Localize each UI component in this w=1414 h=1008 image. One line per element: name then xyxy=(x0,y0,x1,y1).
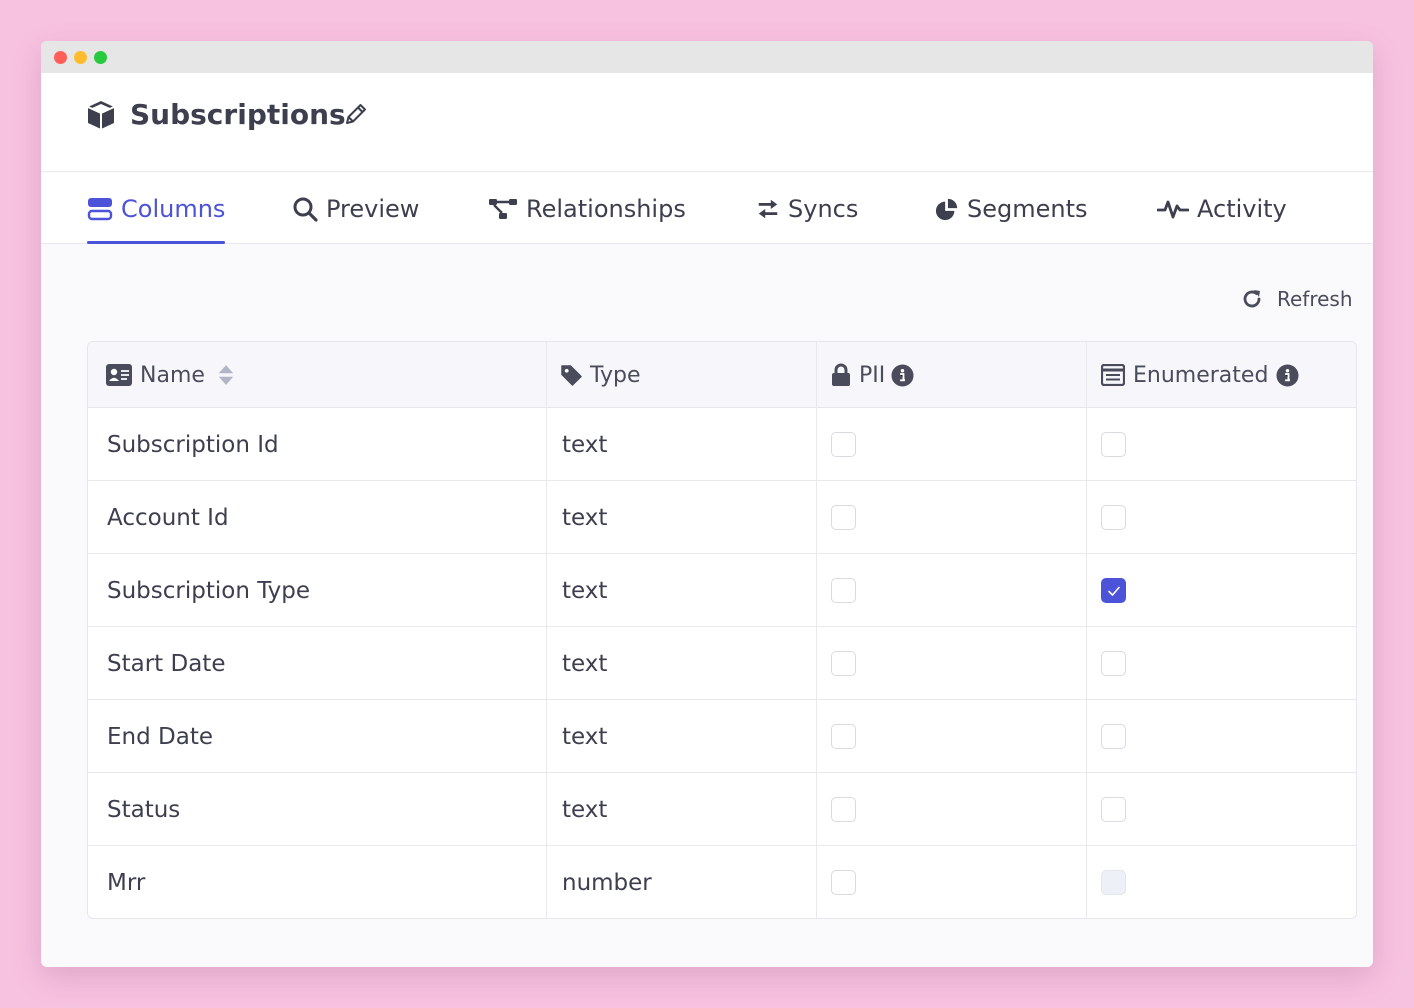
column-type-cell: text xyxy=(562,504,608,531)
window-minimize-button[interactable] xyxy=(74,51,87,64)
column-name-cell: Mrr xyxy=(107,869,146,896)
table-row: Mrr number xyxy=(88,846,1356,918)
column-type-cell: text xyxy=(562,431,608,458)
table-header: Name Type PII Enumerated xyxy=(88,342,1356,408)
list-card-icon xyxy=(1101,364,1125,386)
table-row: Subscription Type text xyxy=(88,554,1356,627)
activity-pulse-icon xyxy=(1157,200,1189,218)
window-maximize-button[interactable] xyxy=(94,51,107,64)
tab-label: Columns xyxy=(121,194,226,223)
column-name-cell: Start Date xyxy=(107,650,226,677)
refresh-button[interactable]: Refresh xyxy=(1241,284,1353,314)
window-titlebar xyxy=(41,41,1373,73)
column-type-cell: number xyxy=(562,869,652,896)
pie-chart-icon xyxy=(935,198,958,220)
table-row: Subscription Id text xyxy=(88,408,1356,481)
id-card-icon xyxy=(106,364,132,386)
column-name-cell: Subscription Id xyxy=(107,431,279,458)
tab-label: Preview xyxy=(326,194,420,223)
enumerated-checkbox[interactable] xyxy=(1101,724,1126,749)
sort-icon[interactable] xyxy=(217,363,235,387)
tab-label: Segments xyxy=(967,194,1088,223)
window-close-button[interactable] xyxy=(54,51,67,64)
relationships-icon xyxy=(489,198,517,219)
column-header-pii: PII xyxy=(831,342,914,408)
tab-label: Syncs xyxy=(788,194,859,223)
column-header-type: Type xyxy=(561,342,641,408)
page-title: Subscriptions xyxy=(130,98,346,131)
edit-pencil-icon[interactable] xyxy=(343,101,369,127)
table-row: Account Id text xyxy=(88,481,1356,554)
column-header-label: Name xyxy=(140,362,205,388)
search-icon xyxy=(293,197,318,222)
table-row: Start Date text xyxy=(88,627,1356,700)
column-header-label: Enumerated xyxy=(1133,362,1269,388)
tab-label: Activity xyxy=(1197,194,1287,223)
column-header-enumerated: Enumerated xyxy=(1101,342,1299,408)
tab-relationships[interactable]: Relationships xyxy=(488,173,686,244)
table-row: Status text xyxy=(88,773,1356,846)
enumerated-checkbox xyxy=(1101,870,1126,895)
tab-syncs[interactable]: Syncs xyxy=(756,173,858,244)
enumerated-checkbox[interactable] xyxy=(1101,797,1126,822)
enumerated-checkbox[interactable] xyxy=(1101,651,1126,676)
column-header-label: Type xyxy=(590,362,641,388)
column-type-cell: text xyxy=(562,650,608,677)
column-name-cell: End Date xyxy=(107,723,213,750)
enumerated-checkbox[interactable] xyxy=(1101,505,1126,530)
column-name-cell: Status xyxy=(107,796,181,823)
column-type-cell: text xyxy=(562,577,608,604)
table-columns-icon xyxy=(87,197,113,220)
pii-checkbox[interactable] xyxy=(831,651,856,676)
table-row: End Date text xyxy=(88,700,1356,773)
cube-icon xyxy=(87,101,115,129)
pii-checkbox[interactable] xyxy=(831,578,856,603)
sync-arrows-icon xyxy=(758,199,778,218)
tab-label: Relationships xyxy=(526,194,686,223)
lock-icon xyxy=(832,363,850,386)
column-header-name[interactable]: Name xyxy=(106,342,235,408)
enumerated-checkbox[interactable] xyxy=(1101,432,1126,457)
column-name-cell: Subscription Type xyxy=(107,577,311,604)
tab-activity[interactable]: Activity xyxy=(1157,173,1287,244)
column-header-label: PII xyxy=(859,362,886,388)
pii-checkbox[interactable] xyxy=(831,797,856,822)
column-type-cell: text xyxy=(562,723,608,750)
info-icon[interactable] xyxy=(1276,363,1299,387)
refresh-icon xyxy=(1243,290,1261,308)
enumerated-checkbox[interactable] xyxy=(1101,578,1126,603)
pii-checkbox[interactable] xyxy=(831,870,856,895)
pii-checkbox[interactable] xyxy=(831,724,856,749)
tab-bar: Columns Preview Relationships Syncs Segm… xyxy=(41,173,1373,244)
tab-preview[interactable]: Preview xyxy=(292,173,419,244)
columns-table: Name Type PII Enumerated Subscription Id… xyxy=(87,341,1357,919)
pii-checkbox[interactable] xyxy=(831,505,856,530)
column-name-cell: Account Id xyxy=(107,504,229,531)
page-header: Subscriptions xyxy=(41,73,1373,172)
tab-columns[interactable]: Columns xyxy=(87,173,226,244)
info-icon[interactable] xyxy=(891,363,914,387)
pii-checkbox[interactable] xyxy=(831,432,856,457)
column-type-cell: text xyxy=(562,796,608,823)
tab-segments[interactable]: Segments xyxy=(935,173,1088,244)
refresh-label: Refresh xyxy=(1277,287,1353,311)
tag-icon xyxy=(561,364,582,386)
app-window: Subscriptions Columns Preview Relationsh… xyxy=(41,41,1373,967)
